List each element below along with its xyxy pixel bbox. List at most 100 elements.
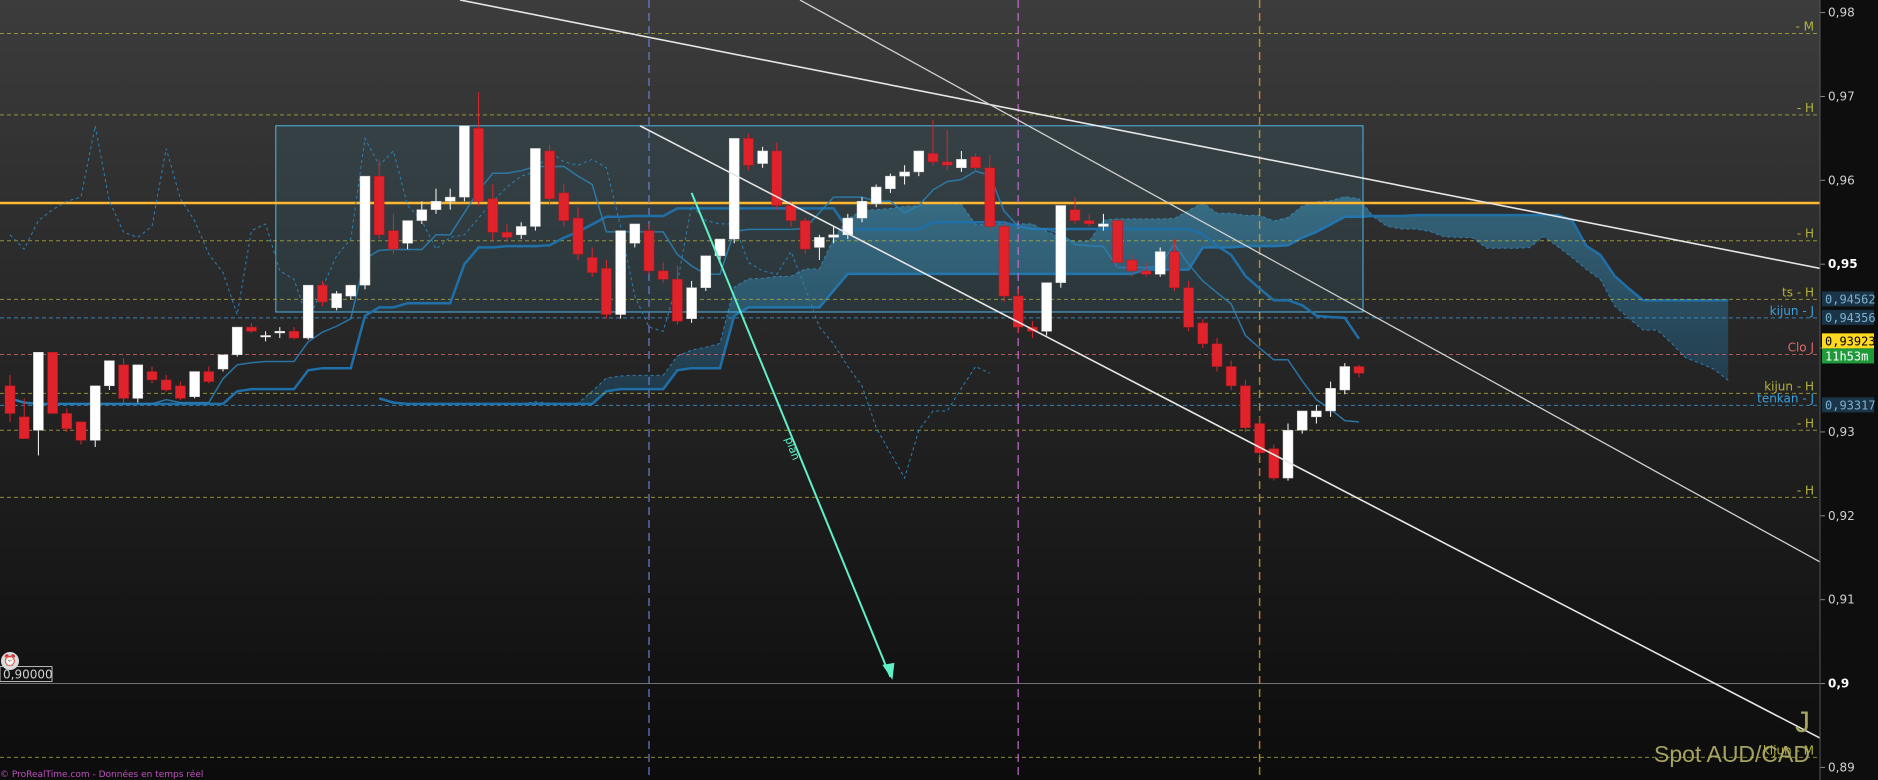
candle-body: [1069, 209, 1081, 221]
candle-body: [246, 326, 257, 332]
price-chart[interactable]: - M- H- Hts - Hkijun - JClo Jkijun - Hte…: [0, 0, 1878, 780]
candle-body: [444, 196, 456, 202]
candle-body: [1353, 366, 1365, 374]
candle-body: [104, 360, 115, 387]
price-label: 0,93923: [1825, 334, 1876, 348]
level-label: Clo J: [1788, 341, 1814, 355]
candle-body: [899, 171, 910, 177]
candle-body: [359, 175, 371, 286]
alert-clock-icon[interactable]: ⏰: [1, 652, 19, 670]
candle-body: [1083, 220, 1095, 225]
candle-body: [615, 230, 626, 315]
candle-body: [473, 128, 484, 202]
candle-body: [1325, 388, 1336, 412]
candle-body: [1140, 270, 1152, 275]
price-label: 0,94356: [1825, 311, 1876, 325]
candle-body: [189, 371, 200, 397]
candle-body: [203, 371, 215, 382]
candle-body: [1211, 343, 1223, 367]
candle-body: [799, 220, 811, 250]
candle-body: [33, 352, 44, 431]
candle-body: [1098, 223, 1109, 227]
candle-body: [1296, 410, 1308, 431]
footer-credit: © ProRealTime.com - Données en temps rée…: [0, 770, 204, 780]
candle-body: [416, 209, 428, 221]
candle-body: [828, 234, 839, 238]
candle-body: [89, 385, 101, 441]
candle-body: [984, 167, 996, 227]
candle-body: [1311, 410, 1322, 418]
candle-body: [274, 331, 286, 334]
level-label: - H: [1797, 416, 1814, 430]
candle-body: [1339, 366, 1351, 391]
candle-body: [743, 138, 754, 166]
candle-body: [18, 416, 30, 439]
candle-body: [913, 150, 925, 173]
candle-body: [1240, 385, 1251, 428]
price-label: 0,93317: [1825, 398, 1876, 412]
candle-body: [487, 198, 499, 233]
candle-body: [146, 371, 158, 381]
candle-body: [231, 326, 243, 356]
candle-body: [260, 335, 271, 338]
level-label: - H: [1797, 483, 1814, 497]
candle-body: [728, 138, 740, 240]
candle-body: [1041, 282, 1052, 332]
candle-body: [785, 205, 797, 221]
candle-body: [217, 354, 229, 370]
candle-body: [501, 232, 513, 238]
candle-body: [302, 284, 314, 339]
chart-root: - M- H- Hts - Hkijun - J Clo Jkijun - Hte…: [0, 0, 1878, 780]
candle-body: [175, 385, 186, 399]
level-label: tenkan - J: [1757, 391, 1814, 405]
level-label: kijun - J: [1770, 304, 1814, 318]
candle-body: [1169, 251, 1180, 288]
candle-body: [700, 255, 712, 288]
candle-body: [672, 279, 683, 322]
candle-body: [686, 287, 697, 319]
candle-body: [160, 379, 172, 391]
price-label: 11h53m: [1825, 349, 1868, 363]
candle-body: [885, 175, 896, 189]
price-label: 0,94562: [1825, 292, 1876, 306]
candle-body: [1154, 251, 1166, 275]
candle-body: [118, 364, 129, 399]
candle-body: [75, 421, 87, 441]
candle-body: [657, 270, 669, 280]
candle-body: [515, 226, 527, 236]
candle-body: [345, 284, 357, 297]
candle-body: [572, 217, 584, 255]
axis-tick-label: 0,92: [1828, 509, 1855, 523]
candle-body: [586, 257, 598, 273]
candle-body: [956, 159, 967, 168]
candle-body: [1112, 220, 1123, 263]
instrument-title: Spot AUD/CAD: [1654, 741, 1810, 767]
axis-tick-label: 0,98: [1828, 6, 1855, 20]
axis-tick-label: 0,95: [1828, 257, 1858, 271]
axis-tick-label: 0,91: [1828, 593, 1855, 607]
candle-body: [61, 413, 73, 429]
candle-body: [402, 220, 413, 244]
level-label: - M: [1796, 20, 1815, 34]
candle-body: [970, 156, 981, 168]
candle-body: [757, 150, 768, 164]
candle-body: [430, 201, 442, 210]
candle-body: [1282, 430, 1294, 479]
candle-body: [459, 125, 470, 198]
candle-body: [998, 226, 1010, 297]
level-label: - H: [1797, 101, 1814, 115]
axis-tick-label: 0,96: [1828, 173, 1855, 187]
candle-body: [132, 364, 144, 399]
candle-body: [629, 223, 641, 244]
candle-body: [856, 201, 868, 219]
candle-body: [814, 237, 825, 248]
axis-tick-label: 0,9: [1828, 677, 1849, 691]
candle-body: [1197, 322, 1209, 345]
candle-body: [1126, 259, 1138, 272]
candle-body: [643, 230, 655, 272]
candle-body: [941, 161, 953, 166]
axis-tick-label: 0,97: [1828, 89, 1855, 103]
candle-body: [288, 331, 300, 339]
candle-body: [373, 175, 385, 236]
candle-body: [47, 352, 58, 414]
